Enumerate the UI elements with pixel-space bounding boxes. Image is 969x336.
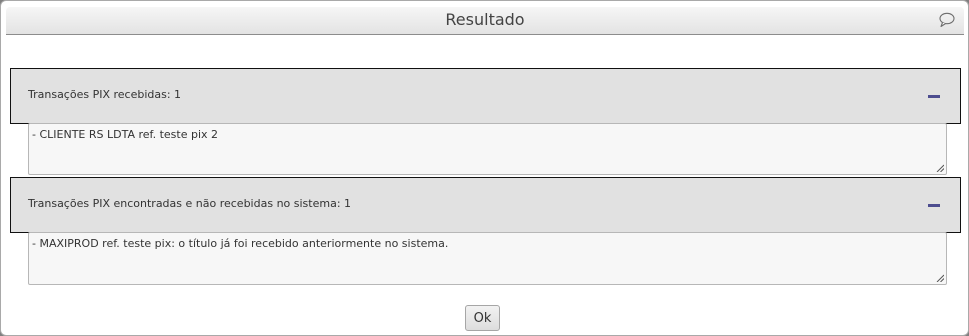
speech-bubble-icon[interactable] [938, 11, 956, 29]
section-header-not-received[interactable]: Transações PIX encontradas e não recebid… [10, 177, 961, 233]
collapse-icon[interactable] [928, 204, 940, 207]
received-list-box[interactable]: - CLIENTE RS LDTA ref. teste pix 2 [28, 123, 947, 175]
resize-grip-icon[interactable] [936, 274, 944, 282]
collapse-icon[interactable] [928, 95, 940, 98]
section-header-label: Transações PIX encontradas e não recebid… [28, 197, 352, 210]
resize-grip-icon[interactable] [936, 164, 944, 172]
dialog-title: Resultado [445, 10, 525, 29]
dialog-titlebar[interactable]: Resultado [6, 7, 964, 35]
not-received-list-box[interactable]: - MAXIPROD ref. teste pix: o título já f… [28, 232, 947, 285]
list-item: - CLIENTE RS LDTA ref. teste pix 2 [32, 128, 219, 141]
section-header-label: Transações PIX recebidas: 1 [28, 88, 182, 101]
ok-button[interactable]: Ok [465, 305, 500, 331]
section-header-received[interactable]: Transações PIX recebidas: 1 [10, 68, 961, 124]
list-item: - MAXIPROD ref. teste pix: o título já f… [32, 237, 449, 250]
result-dialog: Resultado Transações PIX recebidas: 1 - … [0, 0, 969, 336]
